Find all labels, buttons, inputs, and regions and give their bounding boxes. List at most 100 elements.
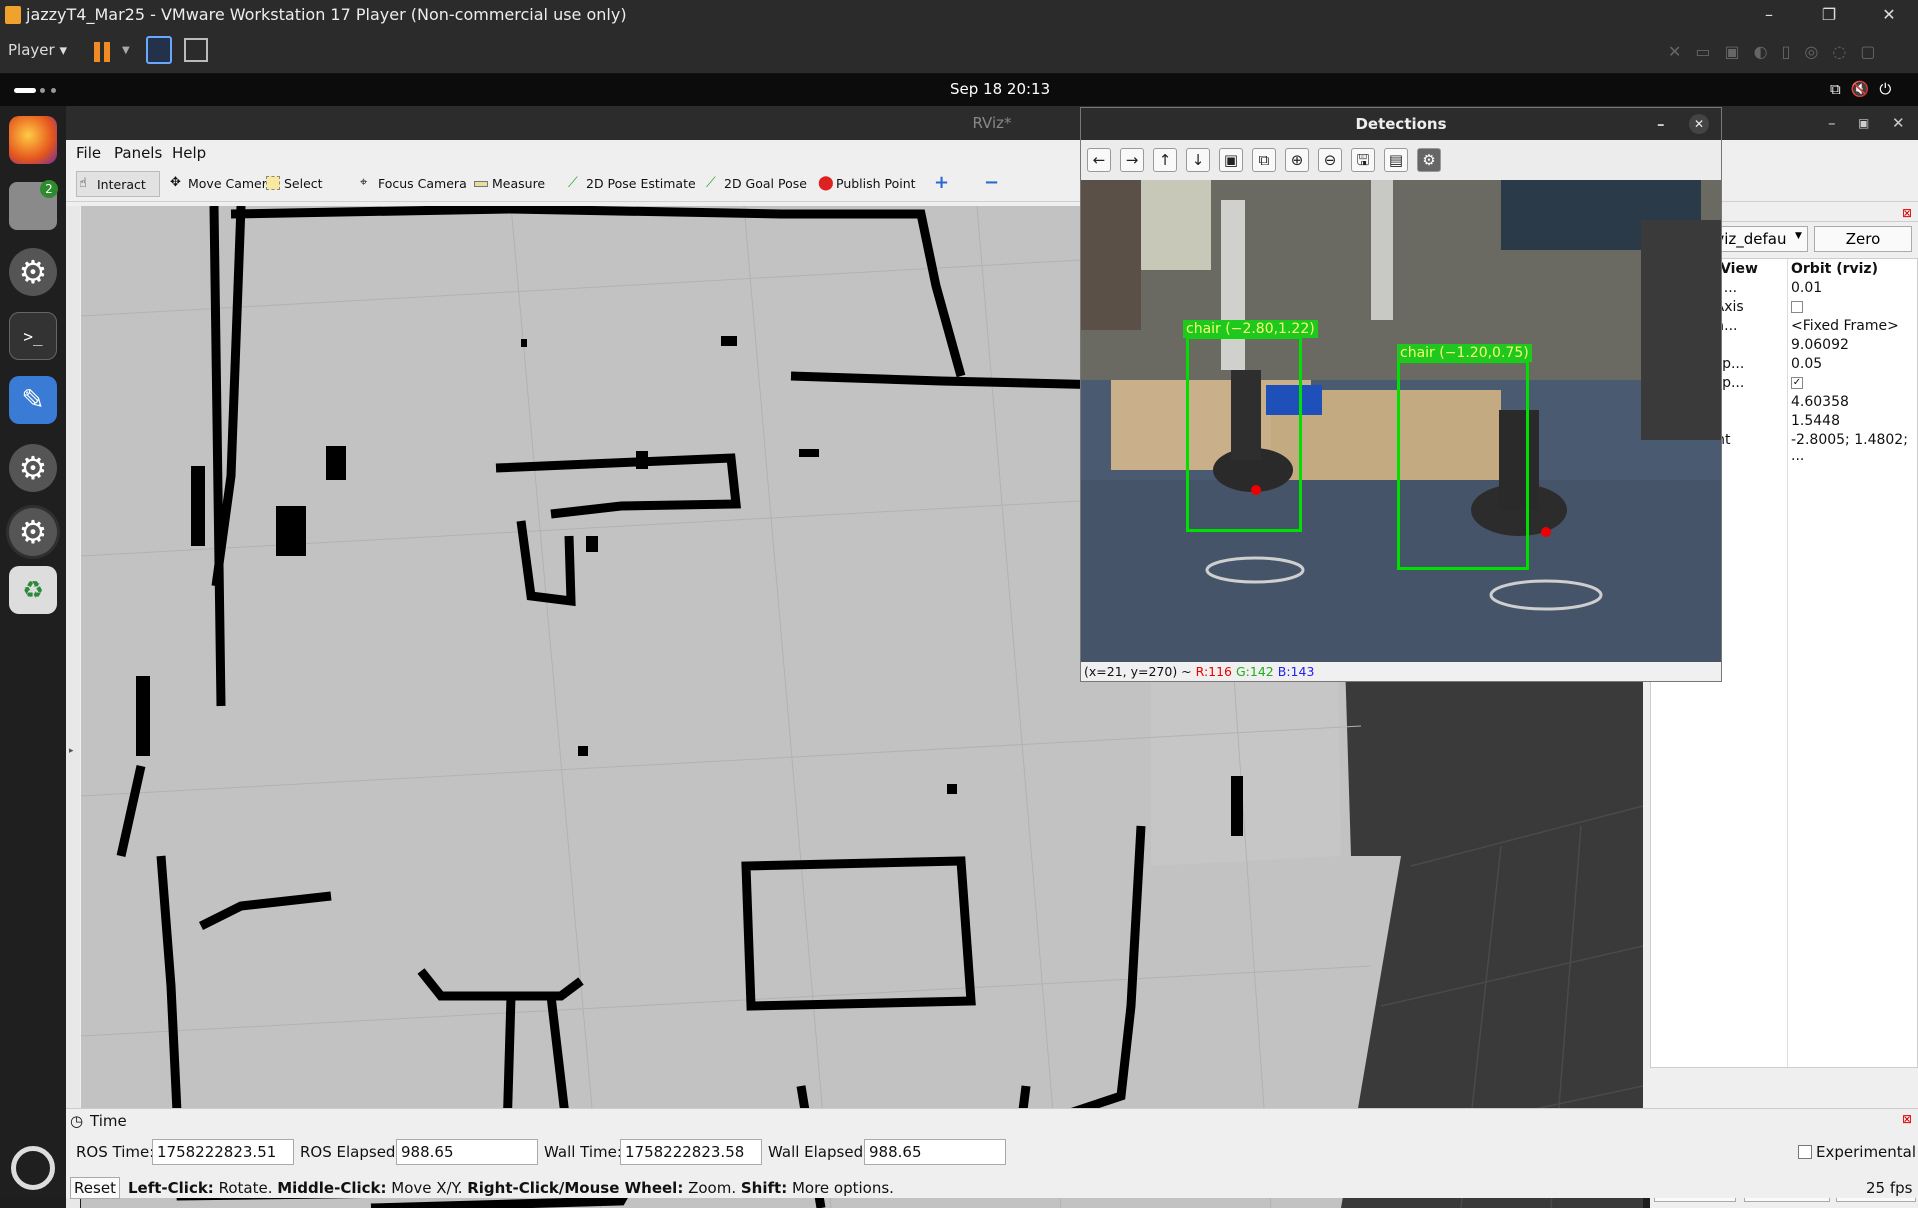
- remove-tool-icon[interactable]: −: [984, 172, 999, 193]
- property-value[interactable]: 9.06092: [1791, 337, 1849, 353]
- experimental-label: Experimental: [1816, 1143, 1917, 1161]
- chevron-down-icon[interactable]: ▼: [122, 45, 130, 56]
- menu-file[interactable]: File: [76, 144, 101, 162]
- vmware-window-title: jazzyT4_Mar25 - VMware Workstation 17 Pl…: [26, 5, 627, 24]
- ros-elapsed-label: ROS Elapsed:: [300, 1143, 401, 1161]
- player-menu-button[interactable]: Player ▾: [8, 41, 67, 59]
- vmware-title-bar: jazzyT4_Mar25 - VMware Workstation 17 Pl…: [0, 0, 1918, 30]
- hint-text: More options.: [787, 1179, 894, 1197]
- status-hint: Left-Click: Rotate. Middle-Click: Move X…: [128, 1179, 894, 1197]
- copy-image-icon[interactable]: ▤: [1384, 148, 1408, 172]
- pixel-info-status: (x=21, y=270) ~ R:116 G:142 B:143: [1081, 662, 1721, 682]
- hint-text: Move X/Y.: [386, 1179, 468, 1197]
- zero-button[interactable]: Zero: [1814, 226, 1912, 252]
- forward-icon[interactable]: →: [1120, 148, 1144, 172]
- ros-time-field[interactable]: 1758222823.51: [152, 1139, 294, 1165]
- clock[interactable]: Sep 18 20:13: [950, 80, 1050, 98]
- firefox-icon[interactable]: [9, 116, 57, 164]
- rviz-gear-icon[interactable]: ⚙: [9, 508, 57, 556]
- wall-elapsed-field[interactable]: 988.65: [864, 1139, 1006, 1165]
- show-apps-icon[interactable]: [11, 1146, 55, 1190]
- reset-button[interactable]: Reset: [70, 1177, 120, 1199]
- settings-gear-icon[interactable]: ⚙: [9, 248, 57, 296]
- system-tray-icons[interactable]: ⧉🔇⏻: [1830, 80, 1901, 98]
- camera-image[interactable]: chair (−2.80,1.22) chair (−1.20,0.75): [1081, 180, 1721, 662]
- close-panel-icon[interactable]: ⊠: [1902, 206, 1912, 220]
- workspace-indicator[interactable]: [14, 88, 36, 93]
- green-arrow-icon: ⟋: [706, 175, 716, 191]
- close-icon[interactable]: ✕: [1892, 106, 1905, 140]
- publish-point-label: Publish Point: [836, 176, 916, 191]
- interact-tool[interactable]: ☝ Interact: [76, 171, 160, 197]
- experimental-checkbox[interactable]: [1798, 1145, 1812, 1159]
- hint-key: Right-Click/Mouse Wheel:: [467, 1179, 684, 1197]
- hint-key: Shift:: [740, 1179, 788, 1197]
- device-icons[interactable]: ✕▭▣◐▯◎◌▢: [1668, 42, 1889, 61]
- add-tool-icon[interactable]: +: [934, 172, 949, 193]
- move-camera-icon: ✥: [170, 175, 181, 190]
- close-panel-icon[interactable]: ⊠: [1902, 1112, 1912, 1126]
- focus-camera-tool[interactable]: ⌖ Focus Camera: [358, 171, 467, 197]
- property-value[interactable]: 4.60358: [1791, 394, 1849, 410]
- close-icon[interactable]: ✕: [1866, 0, 1912, 30]
- up-icon[interactable]: ↑: [1153, 148, 1177, 172]
- property-value[interactable]: 0.01: [1791, 280, 1822, 296]
- property-checkbox[interactable]: ✓: [1791, 377, 1803, 389]
- detections-title: Detections: [1355, 115, 1447, 133]
- select-tool[interactable]: Select: [264, 171, 323, 197]
- workspace-dot[interactable]: [40, 88, 45, 93]
- minimize-icon[interactable]: –: [1657, 108, 1665, 140]
- workspace-dot[interactable]: [51, 88, 56, 93]
- properties-icon[interactable]: ⚙: [1417, 148, 1441, 172]
- files-badge: 2: [40, 180, 58, 198]
- pixel-green: G:142: [1236, 664, 1274, 679]
- original-size-icon[interactable]: ⧉: [1252, 148, 1276, 172]
- zoom-out-icon[interactable]: ⊖: [1318, 148, 1342, 172]
- save-image-icon[interactable]: 🖫: [1351, 148, 1375, 172]
- ros-time-label: ROS Time:: [76, 1143, 155, 1161]
- measure-tool[interactable]: Measure: [472, 171, 545, 197]
- publish-point-tool[interactable]: ⬤ Publish Point: [816, 171, 916, 197]
- back-icon[interactable]: ←: [1087, 148, 1111, 172]
- detections-window: Detections – ✕ ← → ↑ ↓ ▣ ⧉ ⊕ ⊖ 🖫 ▤ ⚙ cha…: [1080, 107, 1722, 682]
- ubuntu-dock: 2 ⚙ >_ ✎ ⚙ ⚙ ♻: [0, 106, 66, 1198]
- restore-icon[interactable]: ❐: [1806, 0, 1852, 30]
- select-label: Select: [284, 176, 323, 191]
- ros-elapsed-field[interactable]: 988.65: [396, 1139, 538, 1165]
- trash-icon[interactable]: ♻: [9, 566, 57, 614]
- pose-estimate-tool[interactable]: ⟋ 2D Pose Estimate: [566, 171, 696, 197]
- property-value[interactable]: <Fixed Frame>: [1791, 318, 1899, 334]
- clock-icon: ◷: [70, 1112, 84, 1130]
- zoom-in-icon[interactable]: ⊕: [1285, 148, 1309, 172]
- close-icon[interactable]: ✕: [1689, 114, 1709, 134]
- pixel-blue: B:143: [1277, 664, 1315, 679]
- left-panel-handle[interactable]: ▸: [66, 206, 80, 1208]
- focus-camera-label: Focus Camera: [378, 176, 467, 191]
- terminal-icon[interactable]: >_: [9, 312, 57, 360]
- pause-icon[interactable]: [94, 42, 100, 62]
- maximize-icon[interactable]: ▣: [1858, 106, 1869, 140]
- interact-label: Interact: [97, 177, 146, 192]
- move-camera-tool[interactable]: ✥ Move Camera: [168, 171, 275, 197]
- text-editor-icon[interactable]: ✎: [9, 376, 57, 424]
- detections-title-bar: Detections – ✕: [1081, 108, 1721, 140]
- fullscreen-icon[interactable]: [184, 38, 208, 62]
- send-ctrl-alt-del-icon[interactable]: [146, 36, 172, 64]
- minimize-icon[interactable]: –: [1746, 0, 1792, 30]
- wall-elapsed-label: Wall Elapsed:: [768, 1143, 869, 1161]
- detection-box-2: [1397, 360, 1529, 570]
- menu-panels[interactable]: Panels: [114, 144, 162, 162]
- minimize-icon[interactable]: –: [1828, 106, 1836, 140]
- property-value[interactable]: 0.05: [1791, 356, 1822, 372]
- settings-gear-icon[interactable]: ⚙: [9, 444, 57, 492]
- goal-pose-tool[interactable]: ⟋ 2D Goal Pose: [704, 171, 807, 197]
- menu-help[interactable]: Help: [172, 144, 206, 162]
- pause-icon-bar: [104, 42, 110, 62]
- property-value[interactable]: -2.8005; 1.4802; ...: [1791, 432, 1918, 464]
- down-icon[interactable]: ↓: [1186, 148, 1210, 172]
- property-value[interactable]: 1.5448: [1791, 413, 1840, 429]
- wall-time-field[interactable]: 1758222823.58: [620, 1139, 762, 1165]
- expand-icon: ▸: [69, 746, 74, 756]
- fit-image-icon[interactable]: ▣: [1219, 148, 1243, 172]
- property-checkbox[interactable]: [1791, 301, 1803, 313]
